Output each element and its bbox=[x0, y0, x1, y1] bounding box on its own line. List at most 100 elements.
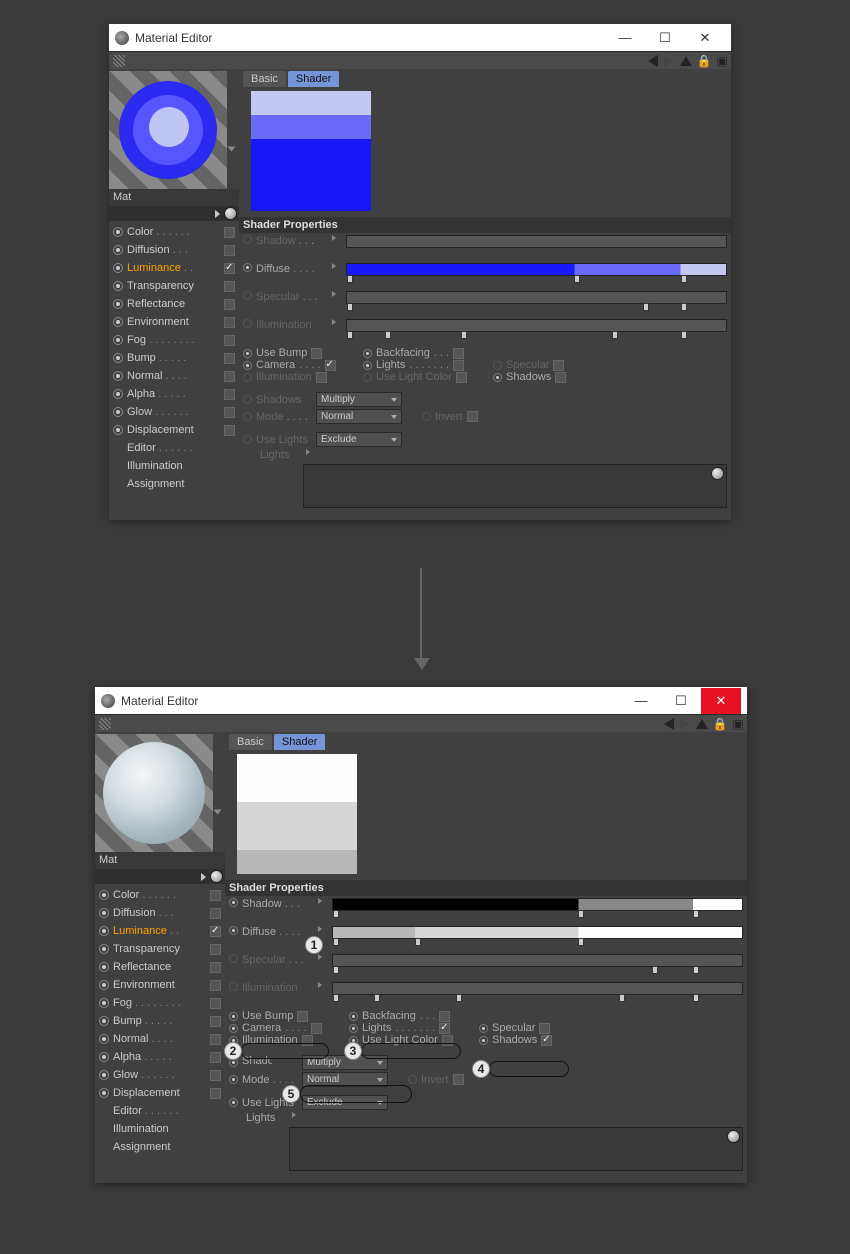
channel-check[interactable] bbox=[224, 299, 235, 310]
channel-radio[interactable] bbox=[113, 335, 123, 345]
channel-radio[interactable] bbox=[99, 998, 109, 1008]
channel-radio[interactable] bbox=[113, 227, 123, 237]
channel-radio[interactable] bbox=[113, 407, 123, 417]
tab-basic[interactable]: Basic bbox=[243, 71, 286, 87]
channel-reflectance[interactable]: Reflectance bbox=[95, 958, 225, 976]
mode-dropdown[interactable]: Normal bbox=[316, 409, 402, 424]
shadow-radio[interactable] bbox=[229, 898, 238, 907]
channel-fog[interactable]: Fog . . . . . . . . bbox=[109, 331, 239, 349]
close-button[interactable]: ✕ bbox=[701, 688, 741, 714]
expand-icon[interactable] bbox=[318, 954, 322, 960]
channel-diffusion[interactable]: Diffusion . . . bbox=[109, 241, 239, 259]
channel-check[interactable] bbox=[224, 371, 235, 382]
channel-transparency[interactable]: Transparency bbox=[95, 940, 225, 958]
expand-icon[interactable] bbox=[318, 982, 322, 988]
use-lights-radio[interactable] bbox=[229, 1098, 238, 1107]
nav-forward-icon[interactable] bbox=[664, 55, 674, 67]
specular-radio[interactable] bbox=[229, 954, 238, 963]
subchannel-illumination[interactable]: Illumination bbox=[109, 457, 239, 475]
channel-check[interactable] bbox=[224, 425, 235, 436]
channel-check[interactable] bbox=[210, 890, 221, 901]
use-lights-radio[interactable] bbox=[243, 435, 252, 444]
material-name[interactable]: Mat bbox=[95, 852, 225, 869]
channel-check[interactable] bbox=[224, 227, 235, 238]
channel-displacement[interactable]: Displacement bbox=[95, 1084, 225, 1102]
shadow-radio[interactable] bbox=[243, 235, 252, 244]
material-preview[interactable] bbox=[95, 734, 213, 852]
channel-normal[interactable]: Normal . . . . bbox=[95, 1030, 225, 1048]
illumination-radio[interactable] bbox=[229, 982, 238, 991]
invert-radio[interactable] bbox=[422, 412, 431, 421]
channel-radio[interactable] bbox=[99, 926, 109, 936]
camera-check[interactable] bbox=[325, 360, 336, 371]
channel-check[interactable] bbox=[210, 908, 221, 919]
collapse-icon[interactable] bbox=[214, 810, 222, 815]
channel-radio[interactable] bbox=[113, 245, 123, 255]
channel-check[interactable] bbox=[224, 335, 235, 346]
lock-icon[interactable]: 🔒 bbox=[713, 717, 727, 731]
channel-check[interactable] bbox=[224, 353, 235, 364]
use-bump-check[interactable] bbox=[297, 1011, 308, 1022]
expand-icon[interactable] bbox=[318, 926, 322, 932]
lights-listbox[interactable] bbox=[303, 464, 727, 508]
channel-check[interactable] bbox=[224, 245, 235, 256]
shadows-mode-radio[interactable] bbox=[243, 395, 252, 404]
shadows2-radio[interactable] bbox=[479, 1036, 488, 1045]
minimize-button[interactable]: — bbox=[605, 25, 645, 51]
add-icon[interactable]: ▣ bbox=[731, 717, 745, 731]
channel-radio[interactable] bbox=[99, 908, 109, 918]
lights-radio[interactable] bbox=[363, 361, 372, 370]
illumination-gradient[interactable] bbox=[346, 319, 727, 332]
specular-radio[interactable] bbox=[243, 291, 252, 300]
channel-environment[interactable]: Environment bbox=[109, 313, 239, 331]
invert-radio[interactable] bbox=[408, 1075, 417, 1084]
illum2-check[interactable] bbox=[316, 372, 327, 383]
subchannel-illumination[interactable]: Illumination bbox=[95, 1120, 225, 1138]
invert-check[interactable] bbox=[453, 1074, 464, 1085]
nav-up-icon[interactable] bbox=[680, 56, 692, 66]
add-icon[interactable]: ▣ bbox=[715, 54, 729, 68]
channel-transparency[interactable]: Transparency bbox=[109, 277, 239, 295]
diffuse-gradient[interactable] bbox=[332, 926, 743, 939]
specular2-radio[interactable] bbox=[493, 361, 502, 370]
illumination-gradient[interactable] bbox=[332, 982, 743, 995]
use-light-color-radio[interactable] bbox=[363, 373, 372, 382]
expand-icon[interactable] bbox=[332, 291, 336, 297]
channel-check[interactable] bbox=[210, 926, 221, 937]
channel-diffusion[interactable]: Diffusion . . . bbox=[95, 904, 225, 922]
backfacing-radio[interactable] bbox=[349, 1012, 358, 1021]
channel-alpha[interactable]: Alpha . . . . . bbox=[109, 385, 239, 403]
navigate-icon[interactable] bbox=[727, 1130, 740, 1143]
channel-radio[interactable] bbox=[99, 962, 109, 972]
expand-icon[interactable] bbox=[292, 1112, 296, 1118]
channel-check[interactable] bbox=[210, 1034, 221, 1045]
channel-radio[interactable] bbox=[113, 299, 123, 309]
channel-radio[interactable] bbox=[99, 1070, 109, 1080]
use-bump-radio[interactable] bbox=[243, 349, 252, 358]
channel-check[interactable] bbox=[210, 1088, 221, 1099]
collapse-icon[interactable] bbox=[228, 147, 236, 152]
shadows2-check[interactable] bbox=[541, 1035, 552, 1046]
expand-icon[interactable] bbox=[332, 235, 336, 241]
lights-radio[interactable] bbox=[349, 1024, 358, 1033]
nav-back-icon[interactable] bbox=[664, 718, 674, 730]
material-preview[interactable] bbox=[109, 71, 227, 189]
channel-radio[interactable] bbox=[99, 1034, 109, 1044]
channel-alpha[interactable]: Alpha . . . . . bbox=[95, 1048, 225, 1066]
nav-back-icon[interactable] bbox=[648, 55, 658, 67]
channel-radio[interactable] bbox=[113, 353, 123, 363]
channel-radio[interactable] bbox=[99, 944, 109, 954]
maximize-button[interactable]: ☐ bbox=[645, 25, 685, 51]
illumination-radio[interactable] bbox=[243, 319, 252, 328]
channel-color[interactable]: Color . . . . . . bbox=[109, 223, 239, 241]
use-light-color-check[interactable] bbox=[456, 372, 467, 383]
lights-check[interactable] bbox=[453, 360, 464, 371]
camera-radio[interactable] bbox=[243, 361, 252, 370]
channel-check[interactable] bbox=[210, 1016, 221, 1027]
expand-icon[interactable] bbox=[201, 873, 206, 881]
channel-radio[interactable] bbox=[99, 980, 109, 990]
tab-shader[interactable]: Shader bbox=[274, 734, 325, 750]
channel-reflectance[interactable]: Reflectance bbox=[109, 295, 239, 313]
navigate-icon[interactable] bbox=[210, 870, 223, 883]
material-name[interactable]: Mat bbox=[109, 189, 239, 206]
